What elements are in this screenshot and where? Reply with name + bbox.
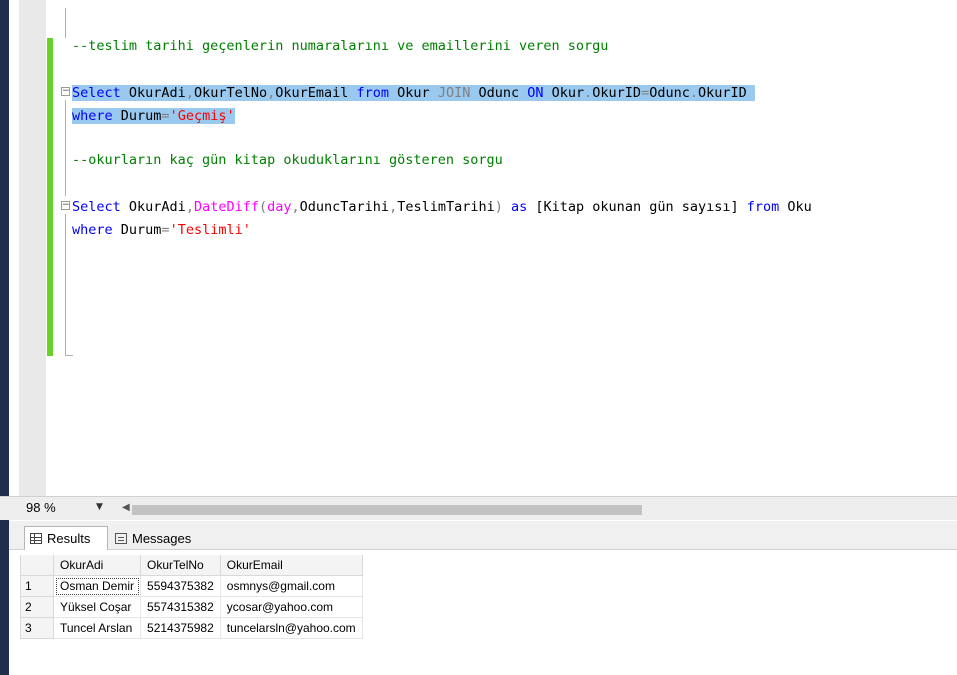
column-header[interactable]: OkurAdi bbox=[52, 555, 142, 576]
scroll-left-icon[interactable]: ◀ bbox=[122, 502, 130, 513]
table-row[interactable]: 1 Osman Demir 5594375382 osmnys@gmail.co… bbox=[20, 575, 363, 597]
change-tracking-bar bbox=[47, 38, 53, 356]
messages-icon bbox=[115, 532, 127, 544]
grid-cell[interactable]: osmnys@gmail.com bbox=[219, 575, 363, 597]
code-comment-line: --okurların kaç gün kitap okuduklarını g… bbox=[72, 152, 503, 168]
collapse-icon[interactable]: − bbox=[61, 87, 70, 96]
row-number[interactable]: 2 bbox=[20, 596, 54, 618]
grid-cell[interactable]: Tuncel Arslan bbox=[52, 617, 142, 639]
zoom-level[interactable]: 98 % bbox=[26, 500, 56, 515]
left-panel-edge bbox=[0, 0, 9, 675]
tab-results[interactable]: Results bbox=[24, 526, 108, 550]
grid-cell[interactable]: 5574315382 bbox=[140, 596, 221, 618]
horizontal-scrollbar-thumb[interactable] bbox=[132, 505, 642, 515]
code-comment-line: --teslim tarihi geçenlerin numaralarını … bbox=[72, 38, 609, 54]
tab-messages[interactable]: Messages bbox=[110, 526, 218, 550]
outline-line bbox=[65, 355, 73, 356]
column-header[interactable]: OkurEmail bbox=[219, 555, 363, 576]
table-row[interactable]: 2 Yüksel Coşar 5574315382 ycosar@yahoo.c… bbox=[20, 596, 363, 618]
collapse-icon[interactable]: − bbox=[61, 201, 70, 210]
column-header[interactable]: OkurTelNo bbox=[140, 555, 221, 576]
tab-results-label: Results bbox=[47, 531, 91, 546]
code-line-query2: Select OkurAdi,DateDiff(day,OduncTarihi,… bbox=[72, 199, 812, 215]
grid-cell[interactable]: 5594375382 bbox=[140, 575, 221, 597]
editor-indicator-margin bbox=[19, 0, 46, 496]
chevron-down-icon[interactable]: ▼ bbox=[96, 502, 103, 512]
results-grid[interactable]: OkurAdi OkurTelNo OkurEmail 1 Osman Demi… bbox=[20, 555, 363, 639]
grid-cell[interactable]: tuncelarsln@yahoo.com bbox=[219, 617, 363, 639]
grid-cell[interactable]: Osman Demir bbox=[52, 575, 142, 597]
grid-cell[interactable]: ycosar@yahoo.com bbox=[219, 596, 363, 618]
grid-cell[interactable]: 5214375982 bbox=[140, 617, 221, 639]
tab-messages-label: Messages bbox=[132, 530, 192, 546]
code-line-query1-where: where Durum='Geçmiş' bbox=[72, 108, 235, 124]
grid-header-row: OkurAdi OkurTelNo OkurEmail bbox=[20, 555, 363, 576]
grid-icon bbox=[30, 533, 42, 544]
code-line-query2-where: where Durum='Teslimli' bbox=[72, 222, 251, 238]
row-number[interactable]: 1 bbox=[20, 575, 54, 597]
row-number[interactable]: 3 bbox=[20, 617, 54, 639]
outline-line bbox=[65, 214, 66, 356]
query-editor[interactable] bbox=[9, 0, 957, 496]
code-line-query1: Select OkurAdi,OkurTelNo,OkurEmail from … bbox=[72, 84, 755, 102]
grid-cell[interactable]: Yüksel Coşar bbox=[52, 596, 142, 618]
table-row[interactable]: 3 Tuncel Arslan 5214375982 tuncelarsln@y… bbox=[20, 617, 363, 639]
outline-line bbox=[65, 8, 66, 38]
outline-line bbox=[65, 100, 66, 196]
grid-corner-cell[interactable] bbox=[20, 555, 54, 576]
